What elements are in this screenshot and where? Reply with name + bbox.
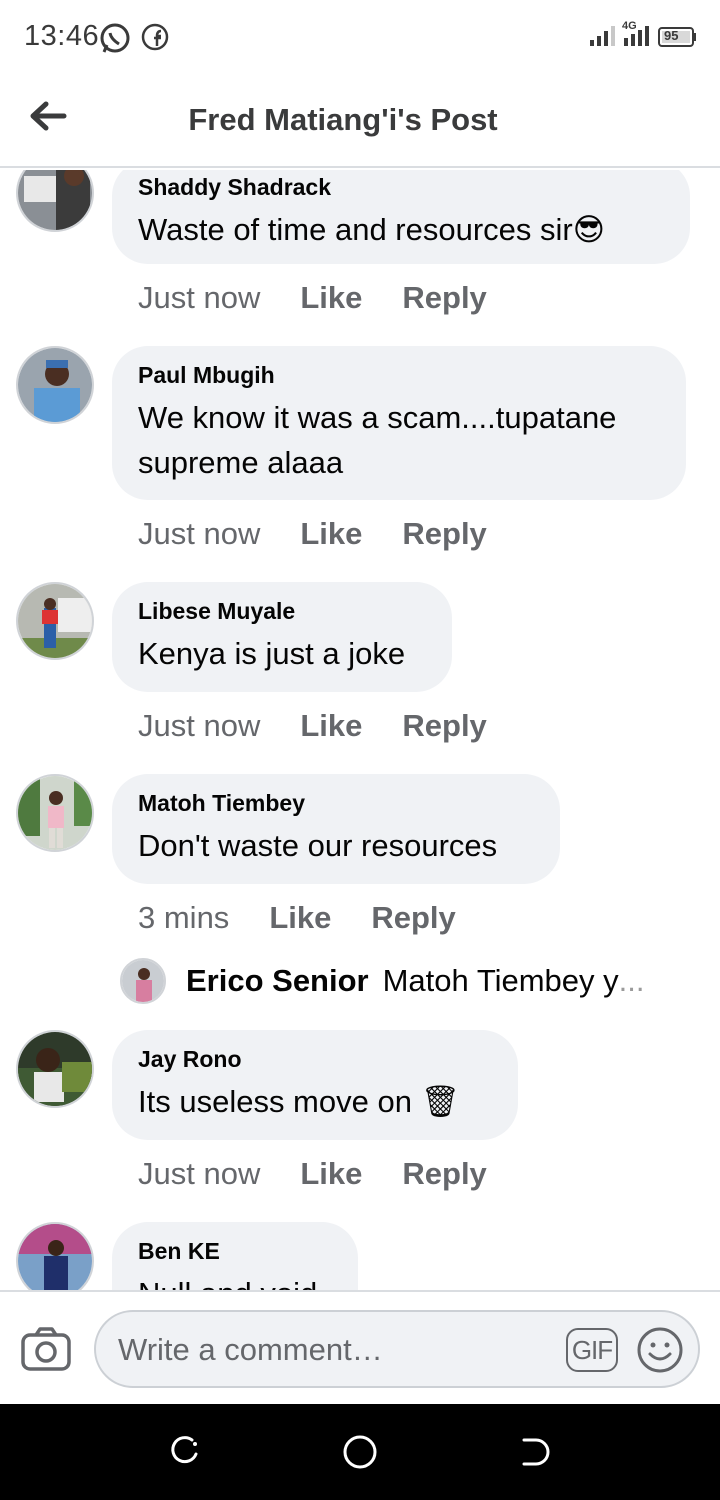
comment-bubble[interactable]: Libese Muyale Kenya is just a joke [112, 582, 452, 692]
recent-apps-button[interactable] [168, 1434, 202, 1475]
page-title: Fred Matiang'i's Post [188, 102, 498, 137]
comment-bubble[interactable]: Jay Rono Its useless move on 🗑 [112, 1030, 518, 1140]
comment-composer: Write a comment… GIF [0, 1290, 720, 1404]
trash-can-emoji: 🗑 [420, 1084, 460, 1119]
reply-button[interactable]: Reply [402, 708, 486, 744]
facebook-icon [140, 22, 170, 57]
reply-button[interactable]: Reply [402, 1156, 486, 1192]
avatar[interactable] [120, 958, 166, 1004]
comment-bubble[interactable]: Paul Mbugih We know it was a scam....tup… [112, 346, 686, 500]
comment-bubble[interactable]: Ben KE Null and void [112, 1222, 358, 1290]
camera-icon [20, 1327, 72, 1376]
comment-author[interactable]: Jay Rono [138, 1046, 492, 1073]
smiley-icon [636, 1327, 684, 1378]
reply-text: Matoh Tiembey y [382, 963, 619, 998]
comment-input[interactable]: Write a comment… GIF [94, 1310, 700, 1388]
comment-actions: Just now Like Reply [138, 1156, 487, 1192]
battery-icon: 95 [658, 26, 698, 53]
comment-text: Null and void [138, 1271, 332, 1290]
svg-text:4G: 4G [622, 20, 637, 32]
comment-actions: Just now Like Reply [138, 280, 487, 316]
reply-preview[interactable]: Erico Senior Matoh Tiembey y... [120, 956, 680, 1006]
avatar[interactable] [16, 774, 94, 852]
status-time: 13:46 [24, 20, 100, 52]
signal-icon [588, 24, 618, 53]
comment-time: Just now [138, 708, 261, 743]
avatar[interactable] [16, 1030, 94, 1108]
comment-author[interactable]: Ben KE [138, 1238, 332, 1265]
reply-author[interactable]: Erico Senior [186, 963, 369, 999]
comment-time: Just now [138, 516, 261, 551]
comment-time: Just now [138, 1156, 261, 1191]
comment-text: We know it was a scam....tupatane [138, 400, 617, 435]
comment-text: Its useless move on 🗑 [138, 1084, 460, 1119]
comment-text: Don't waste our resources [138, 828, 498, 863]
comment-text: Waste of time and resources sir😎 [138, 212, 606, 247]
camera-button[interactable] [20, 1326, 72, 1377]
comment-bubble[interactable]: Shaddy Shadrack Waste of time and resour… [112, 170, 690, 264]
like-button[interactable]: Like [300, 708, 362, 744]
battery-level: 95 [664, 28, 679, 43]
comment-time: 3 mins [138, 900, 230, 935]
reply-button[interactable]: Reply [371, 900, 455, 936]
status-bar: 13:46 4G 95 [0, 0, 720, 72]
emoji-button[interactable] [636, 1326, 684, 1379]
whatsapp-icon [98, 22, 132, 61]
like-button[interactable]: Like [300, 280, 362, 316]
sunglasses-emoji: 😎 [572, 212, 606, 247]
comment-bubble[interactable]: Matoh Tiembey Don't waste our resources [112, 774, 560, 884]
top-bar: Fred Matiang'i's Post [0, 72, 720, 168]
comment-actions: Just now Like Reply [138, 708, 487, 744]
gif-button[interactable]: GIF [566, 1328, 618, 1372]
comment-text: supreme alaaa [138, 445, 344, 480]
like-button[interactable]: Like [300, 1156, 362, 1192]
like-button[interactable]: Like [269, 900, 331, 936]
system-nav-bar [0, 1404, 720, 1500]
comment-placeholder: Write a comment… [118, 1332, 383, 1367]
comment-actions: Just now Like Reply [138, 516, 487, 552]
comment-time: Just now [138, 280, 261, 315]
comment-text: Kenya is just a joke [138, 636, 406, 671]
avatar[interactable] [16, 1222, 94, 1290]
network-4g-icon: 4G [620, 18, 656, 53]
avatar[interactable] [16, 170, 94, 232]
comment-author[interactable]: Matoh Tiembey [138, 790, 534, 817]
comment-author[interactable]: Paul Mbugih [138, 362, 660, 389]
reply-button[interactable]: Reply [402, 280, 486, 316]
reply-ellipsis: ... [618, 963, 645, 998]
comment-list[interactable]: Shaddy Shadrack Waste of time and resour… [0, 170, 720, 1290]
back-nav-button[interactable] [518, 1434, 552, 1475]
comment-author[interactable]: Shaddy Shadrack [138, 174, 664, 201]
reply-button[interactable]: Reply [402, 516, 486, 552]
avatar[interactable] [16, 582, 94, 660]
like-button[interactable]: Like [300, 516, 362, 552]
comment-actions: 3 mins Like Reply [138, 900, 456, 936]
home-button[interactable] [342, 1434, 378, 1475]
comment-author[interactable]: Libese Muyale [138, 598, 426, 625]
avatar[interactable] [16, 346, 94, 424]
